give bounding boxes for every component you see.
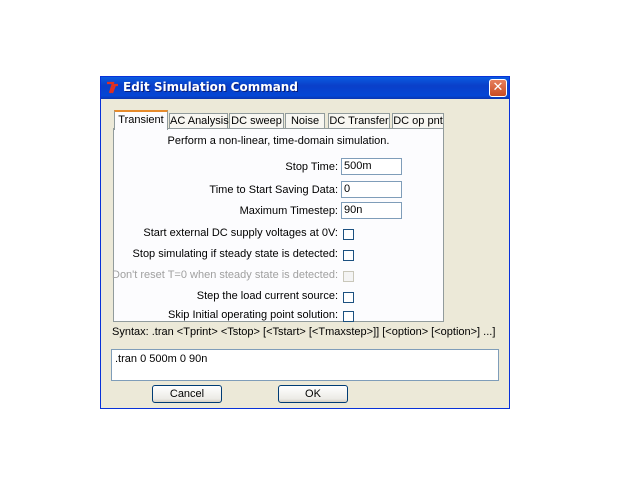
- tab-dc-sweep[interactable]: DC sweep: [229, 113, 284, 129]
- tab-dc-transfer[interactable]: DC Transfer: [328, 113, 390, 129]
- ok-button[interactable]: OK: [278, 385, 348, 403]
- window-title: Edit Simulation Command: [123, 80, 298, 94]
- option-label-step-load-current: Step the load current source:: [196, 290, 338, 302]
- syntax-hint: Syntax: .tran <Tprint> <Tstop> [<Tstart>…: [112, 326, 496, 338]
- cancel-button[interactable]: Cancel: [152, 385, 222, 403]
- analysis-description: Perform a non-linear, time-domain simula…: [167, 135, 390, 147]
- checkbox-stop-steady-state[interactable]: [343, 250, 354, 261]
- start-saving-input[interactable]: 0: [341, 181, 402, 198]
- close-button[interactable]: ✕: [489, 79, 507, 97]
- tab-dc-op-pnt[interactable]: DC op pnt: [392, 113, 444, 129]
- title-bar[interactable]: Edit Simulation Command ✕: [101, 77, 509, 99]
- max-timestep-label: Maximum Timestep:: [239, 205, 338, 217]
- ltspice-logo-icon: [107, 81, 118, 94]
- close-icon: ✕: [492, 80, 504, 95]
- checkbox-skip-initial-op[interactable]: [343, 311, 354, 322]
- checkbox-dont-reset-t0[interactable]: [343, 271, 354, 282]
- option-label-start-dc-0v: Start external DC supply voltages at 0V:: [143, 227, 338, 239]
- tab-noise[interactable]: Noise: [285, 113, 325, 129]
- checkbox-start-dc-0v[interactable]: [343, 229, 354, 240]
- stop-time-input[interactable]: 500m: [341, 158, 402, 175]
- max-timestep-input[interactable]: 90n: [341, 202, 402, 219]
- start-saving-label: Time to Start Saving Data:: [209, 184, 338, 196]
- command-textbox[interactable]: .tran 0 500m 0 90n: [111, 349, 499, 381]
- option-label-skip-initial-op: Skip Initial operating point solution:: [168, 309, 338, 321]
- option-label-stop-steady-state: Stop simulating if steady state is detec…: [132, 248, 338, 260]
- edit-simulation-dialog: Edit Simulation Command ✕ Transient AC A…: [100, 76, 510, 409]
- tab-ac-analysis[interactable]: AC Analysis: [169, 113, 229, 129]
- transient-panel: Perform a non-linear, time-domain simula…: [112, 128, 444, 322]
- tab-transient[interactable]: Transient: [114, 110, 168, 130]
- checkbox-step-load-current[interactable]: [343, 292, 354, 303]
- option-label-dont-reset-t0: Don't reset T=0 when steady state is det…: [112, 269, 338, 281]
- stop-time-label: Stop Time:: [285, 161, 338, 173]
